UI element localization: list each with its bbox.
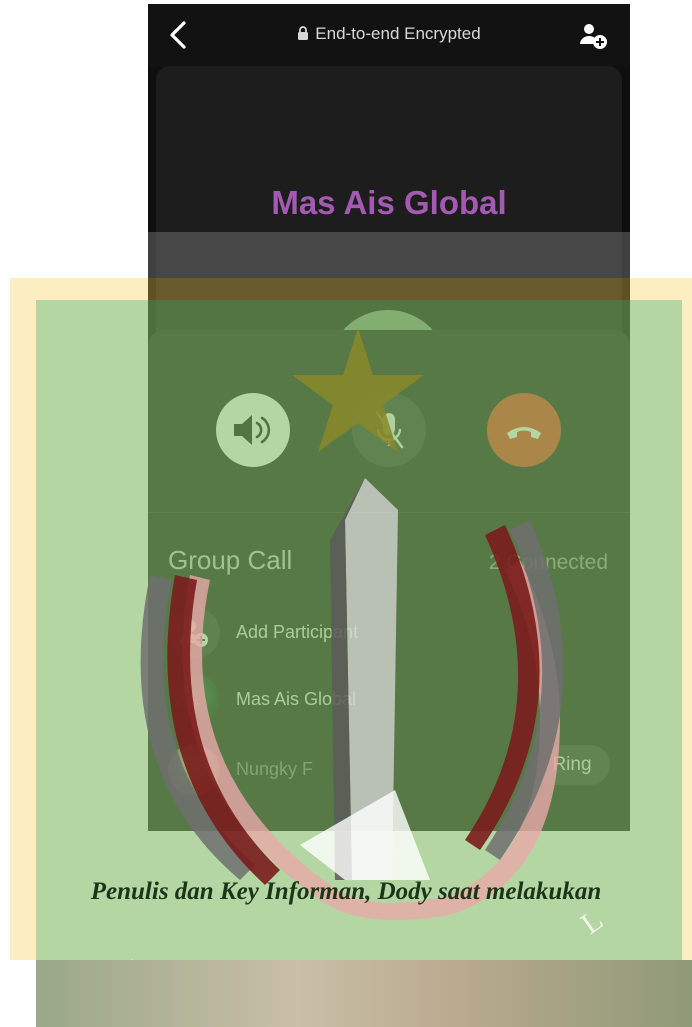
mute-button[interactable] xyxy=(352,393,426,467)
participant-name: Nungky F xyxy=(236,759,314,779)
mic-muted-icon xyxy=(375,411,404,449)
end-call-button[interactable] xyxy=(487,393,561,467)
end-call-icon xyxy=(507,427,541,439)
add-user-icon xyxy=(180,620,208,647)
participant-name: Add Participant xyxy=(236,622,359,642)
encryption-label: End-to-end Encrypted xyxy=(315,24,481,43)
off-badge: OFF xyxy=(176,696,202,711)
add-participant-row[interactable]: Add Participant xyxy=(168,607,608,659)
encryption-status: End-to-end Encrypted xyxy=(148,24,630,44)
avatar: OFF xyxy=(168,674,220,726)
add-participant-button[interactable] xyxy=(578,22,608,50)
add-user-icon xyxy=(580,24,607,49)
connected-count: 2 Connected xyxy=(488,551,608,574)
avatar xyxy=(168,744,220,796)
call-screen: End-to-end Encrypted Mas Ais Global Grou… xyxy=(148,4,630,831)
divider xyxy=(148,512,630,513)
participant-row[interactable]: OFF Mas Ais Global xyxy=(168,674,608,726)
next-photo xyxy=(36,960,692,1027)
top-bar: End-to-end Encrypted xyxy=(148,4,630,66)
ring-button[interactable]: Ring xyxy=(534,745,610,785)
logo-arc-text-right: L xyxy=(575,903,609,941)
group-call-title: Group Call xyxy=(168,545,293,575)
lock-icon xyxy=(298,26,309,40)
speaker-icon xyxy=(234,415,271,445)
speaker-button[interactable] xyxy=(216,393,290,467)
figure-caption: Penulis dan Key Informan, Dody saat mela… xyxy=(90,878,602,905)
caller-name: Mas Ais Global xyxy=(271,184,507,221)
add-participant-avatar xyxy=(168,607,220,659)
participant-name: Mas Ais Global xyxy=(236,689,357,709)
